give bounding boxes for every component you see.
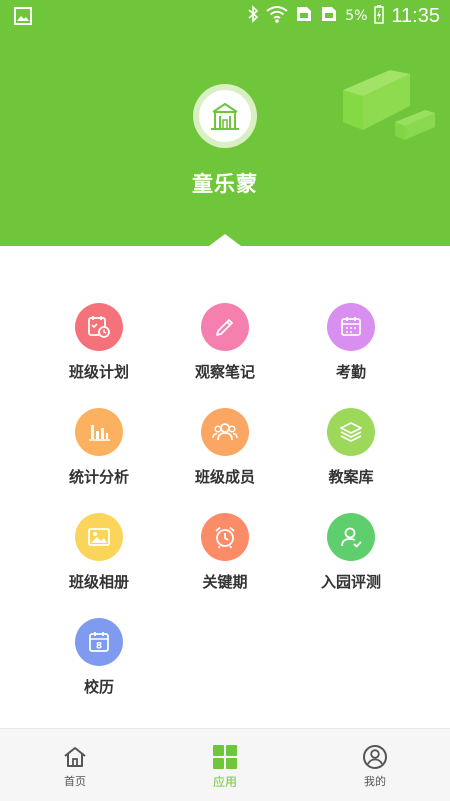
grid-item-label: 班级计划 [68, 363, 129, 381]
grid-item-label: 教案库 [328, 468, 374, 486]
grid-item-class-members[interactable]: 班级成员 [165, 408, 285, 508]
grid-item-label: 观察笔记 [194, 363, 255, 381]
grid-item-label: 班级成员 [194, 468, 255, 486]
header-banner: 童乐蒙 [0, 32, 450, 246]
grid-item-school-calendar[interactable]: 8 校历 [39, 618, 159, 718]
battery-percent: 5% [345, 8, 368, 24]
clock: 11:35 [391, 4, 440, 27]
bluetooth-icon [247, 5, 259, 27]
home-icon [62, 744, 88, 770]
grid-item-label: 校历 [83, 678, 114, 696]
grid-item-key-period[interactable]: 关键期 [165, 513, 285, 613]
tab-apps[interactable]: 应用 [150, 729, 300, 801]
grid-item-label: 入园评测 [320, 573, 381, 591]
bar-chart-icon [75, 408, 123, 456]
tab-label: 我的 [364, 775, 386, 788]
grid-item-entrance-assessment[interactable]: 入园评测 [291, 513, 411, 613]
school-building-icon [211, 102, 239, 130]
layers-icon [327, 408, 375, 456]
group-icon [201, 408, 249, 456]
grid-item-label: 考勤 [335, 363, 366, 381]
header-notch [209, 234, 241, 246]
grid-item-label: 班级相册 [68, 573, 129, 591]
grid-item-class-album[interactable]: 班级相册 [39, 513, 159, 613]
sim-card-1-icon [295, 5, 313, 27]
grid-item-observation-notes[interactable]: 观察笔记 [165, 303, 285, 403]
gallery-notification-icon [14, 7, 32, 29]
feature-grid: 班级计划 观察笔记 考勤 统计分析 班级成员 教案库 班级相册 关键期 入园评测… [0, 246, 450, 728]
alarm-clock-icon [201, 513, 249, 561]
app-logo [193, 84, 257, 148]
user-icon [362, 744, 388, 770]
tab-me[interactable]: 我的 [300, 729, 450, 801]
status-bar: 5% 11:35 [0, 0, 450, 32]
grid-icon [212, 744, 238, 770]
grid-item-label: 关键期 [202, 573, 248, 591]
calendar-clock-icon [75, 303, 123, 351]
grid-item-label: 统计分析 [68, 468, 129, 486]
status-indicators: 5% 11:35 [247, 0, 440, 32]
grid-item-attendance[interactable]: 考勤 [291, 303, 411, 403]
app-title: 童乐蒙 [192, 172, 258, 196]
bottom-tab-bar: 首页 应用 我的 [0, 728, 450, 801]
wifi-icon [266, 5, 288, 27]
calendar-icon: 8 [75, 618, 123, 666]
grid-item-class-plan[interactable]: 班级计划 [39, 303, 159, 403]
user-check-icon [327, 513, 375, 561]
svg-text:8: 8 [96, 642, 102, 652]
tab-home[interactable]: 首页 [0, 729, 150, 801]
grid-item-statistics[interactable]: 统计分析 [39, 408, 159, 508]
image-icon [75, 513, 123, 561]
decorative-blocks [343, 70, 435, 140]
calendar-check-icon [327, 303, 375, 351]
tab-label: 首页 [64, 775, 86, 788]
pencil-icon [201, 303, 249, 351]
tab-label: 应用 [212, 775, 237, 789]
sim-card-2-icon [320, 5, 338, 27]
grid-item-lesson-library[interactable]: 教案库 [291, 408, 411, 508]
battery-charging-icon [374, 4, 385, 28]
